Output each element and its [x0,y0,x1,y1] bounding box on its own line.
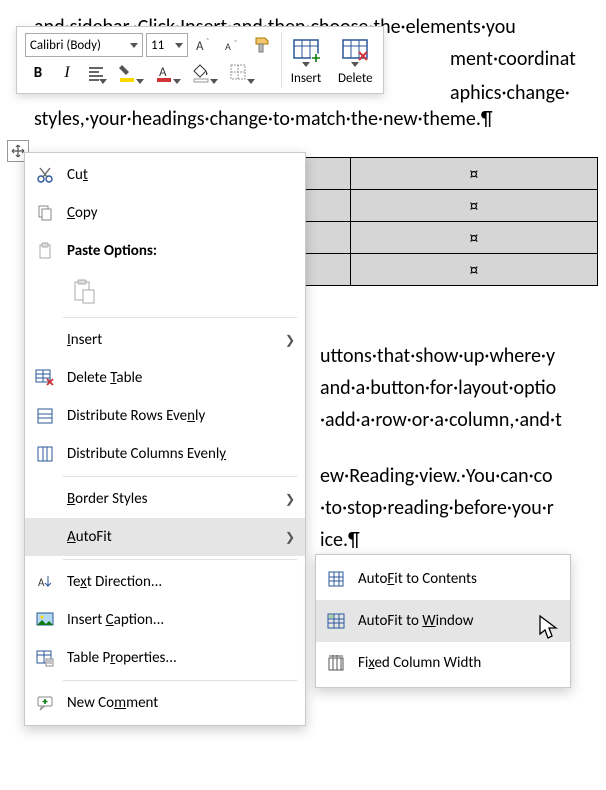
menu-item-autofit-contents[interactable]: AutoFit to Contents [316,558,570,600]
grow-font-button[interactable]: Aˆ [191,32,217,58]
menu-item-insert-caption[interactable]: Insert Caption... [25,601,305,639]
autofit-contents-icon [324,567,348,591]
insert-button[interactable]: Insert [282,30,330,90]
table-properties-icon [33,646,57,670]
doc-line: styles,·your·headings·change·to·match·th… [34,104,606,134]
mouse-cursor [539,615,559,645]
highlight-button[interactable] [112,60,146,86]
menu-item-text-direction[interactable]: A Text Direction... [25,563,305,601]
menu-item-insert[interactable]: Insert ❯ [25,321,305,359]
svg-text:A: A [38,576,45,589]
menu-item-fixed-width[interactable]: Fixed Column Width [316,642,570,684]
autofit-window-icon [324,609,348,633]
paste-options-row [25,270,305,314]
font-color-button[interactable]: A [149,60,183,86]
svg-text:A: A [159,65,167,80]
svg-text:ˇ: ˇ [234,39,237,49]
menu-item-delete-table[interactable]: Delete Table [25,359,305,397]
menu-item-border-styles[interactable]: Border Styles ❯ [25,480,305,518]
format-painter-button[interactable] [249,32,275,58]
svg-text:A: A [225,40,231,53]
menu-item-new-comment[interactable]: New Comment [25,684,305,722]
distribute-rows-icon [33,404,57,428]
chevron-down-icon [173,79,181,84]
chevron-right-icon: ❯ [285,530,295,545]
bold-button[interactable]: B [25,60,51,86]
chevron-down-icon [99,79,107,84]
menu-item-cut[interactable]: Cut [25,156,305,194]
autofit-submenu: AutoFit to Contents AutoFit to Window Fi… [315,554,571,688]
menu-item-distribute-rows[interactable]: Distribute Rows Evenly [25,397,305,435]
doc-fragment: uttons·that·show·up·where·y and·a·button… [320,340,562,556]
table-cell[interactable]: ¤ [350,158,597,190]
paste-keep-source-button[interactable] [67,274,101,308]
doc-fragment: ment·coordinat aphics·change· [450,44,576,108]
menu-item-autofit-window[interactable]: AutoFit to Window [316,600,570,642]
chevron-down-icon [175,43,183,48]
shading-button[interactable] [186,60,220,86]
chevron-down-icon [130,43,138,48]
cut-icon [33,163,57,187]
menu-item-copy[interactable]: Copy [25,194,305,232]
font-size-combo[interactable]: 11 [146,33,188,57]
fixed-width-icon [324,651,348,675]
svg-text:ˆ: ˆ [206,37,209,47]
font-name-combo[interactable]: Calibri (Body) [25,33,143,57]
menu-item-autofit[interactable]: AutoFit ❯ [25,518,305,556]
chevron-down-icon [351,62,359,67]
svg-text:A: A [196,39,204,54]
picture-icon [33,608,57,632]
context-menu: Cut Copy Paste Options: Insert ❯ Delete … [24,152,306,726]
menu-item-paste-options: Paste Options: [25,232,305,270]
delete-button[interactable]: Delete [330,30,381,90]
chevron-right-icon: ❯ [285,492,295,507]
chevron-down-icon [136,79,144,84]
chevron-right-icon: ❯ [285,333,295,348]
borders-button[interactable] [223,60,257,86]
chevron-down-icon [247,79,255,84]
new-comment-icon [33,691,57,715]
menu-item-table-properties[interactable]: Table Properties... [25,639,305,677]
copy-icon [33,201,57,225]
menu-item-distribute-cols[interactable]: Distribute Columns Evenly [25,435,305,473]
shrink-font-button[interactable]: Aˇ [220,32,246,58]
mini-toolbar: Calibri (Body) 11 Aˆ Aˇ B I [16,26,384,94]
chevron-down-icon [302,62,310,67]
delete-table-icon [33,366,57,390]
chevron-down-icon [210,79,218,84]
italic-button[interactable]: I [54,60,80,86]
clipboard-icon [33,239,57,263]
text-direction-icon: A [33,570,57,594]
align-button[interactable] [83,60,109,86]
distribute-cols-icon [33,442,57,466]
